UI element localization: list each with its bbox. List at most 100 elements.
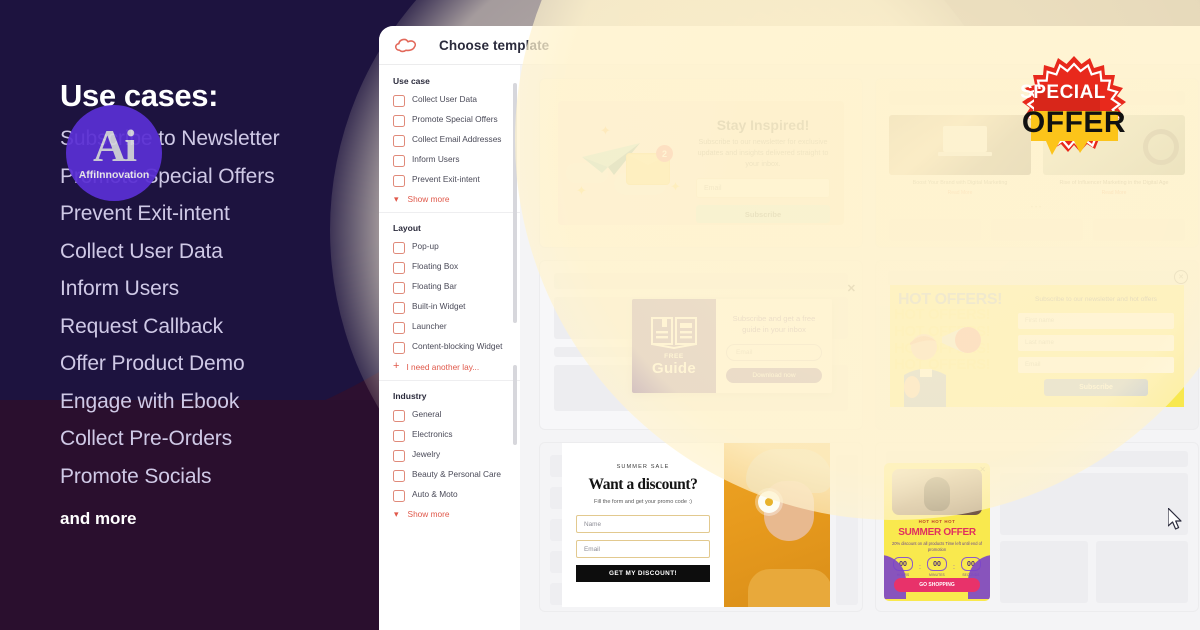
filter-sidebar: Use case Collect User Data Promote Speci…	[379, 65, 520, 630]
filter-option-built-in-widget[interactable]: Built-in Widget	[393, 301, 510, 314]
name-field[interactable]: Name	[576, 515, 710, 533]
badge-line1: SPECIAL	[1020, 82, 1106, 103]
filter-group-heading: Layout	[393, 223, 421, 233]
filter-option-label: Jewelry	[412, 449, 441, 459]
checkbox-icon[interactable]	[393, 95, 405, 107]
request-another-layout[interactable]: + I need another lay...	[393, 361, 510, 372]
filter-group-heading: Use case	[393, 76, 430, 86]
timer-unit-minutes: 00 MINUTES	[927, 557, 947, 577]
popup-kicker: HOT HOT HOT	[918, 519, 956, 524]
carousel-dots[interactable]: •••	[876, 205, 1198, 211]
checkbox-icon[interactable]	[393, 450, 405, 462]
go-shopping-button[interactable]: GO SHOPPING	[894, 578, 980, 592]
sparkle-icon: ✦	[576, 183, 587, 198]
checkbox-icon[interactable]	[393, 490, 405, 502]
checkbox-icon[interactable]	[393, 242, 405, 254]
filter-option-auto-moto[interactable]: Auto & Moto	[393, 489, 510, 502]
read-more-link[interactable]: Read More	[1043, 190, 1185, 196]
filter-option-prevent-exit-intent[interactable]: Prevent Exit-intent	[393, 174, 510, 187]
plus-icon: +	[393, 360, 400, 372]
template-card-stay-inspired[interactable]: 2 ✦ ✦ ✦ Stay Inspired! Subscribe to our …	[540, 79, 862, 247]
list-item: Request Callback	[60, 314, 223, 338]
filter-option-beauty-personal-care[interactable]: Beauty & Personal Care	[393, 469, 510, 482]
checkbox-icon[interactable]	[393, 262, 405, 274]
subscribe-button[interactable]: Subscribe	[696, 205, 830, 224]
filter-option-label: Launcher	[412, 321, 447, 331]
filter-group-layout: Layout Pop-up Floating Box Floating Bar	[379, 212, 520, 380]
template-card-hot-offers[interactable]: ✕ HOT OFFERS! HOT OFFERS! HOT OFFERS! HOT O…	[876, 261, 1198, 429]
filter-option-content-blocking-widget[interactable]: Content-blocking Widget	[393, 341, 510, 354]
show-more-use-case[interactable]: ▾ Show more	[393, 194, 510, 204]
filter-option-label: Beauty & Personal Care	[412, 469, 502, 479]
close-icon[interactable]: ✕	[847, 284, 856, 295]
sidebar-scrollbar[interactable]	[513, 83, 517, 323]
download-button[interactable]: Download now	[726, 368, 822, 383]
filter-option-inform-users[interactable]: Inform Users	[393, 154, 510, 167]
popup-visual: FREE Guide	[632, 299, 716, 393]
get-discount-button[interactable]: GET MY DISCOUNT!	[576, 565, 710, 582]
face-shape	[924, 477, 950, 511]
filter-option-label: Collect Email Addresses	[412, 134, 502, 144]
filter-option-promote-special-offers[interactable]: Promote Special Offers	[393, 114, 510, 127]
mouse-cursor	[1168, 508, 1182, 530]
checkbox-icon[interactable]	[393, 430, 405, 442]
close-circle-icon[interactable]: ✕	[1174, 270, 1188, 284]
filter-option-collect-user-data[interactable]: Collect User Data	[393, 94, 510, 107]
show-more-industry[interactable]: ▾ Show more	[393, 509, 510, 519]
subscribe-button[interactable]: Subscribe	[1044, 378, 1148, 396]
read-more-link[interactable]: Read More	[889, 190, 1031, 196]
filter-option-floating-box[interactable]: Floating Box	[393, 261, 510, 274]
logo-name: AffiInnovation	[78, 168, 150, 181]
template-card-free-guide[interactable]: ✕ FREE Guide Subscribe and get a free gu…	[540, 261, 862, 429]
popup-form: SUMMER SALE Want a discount? Fill the fo…	[562, 443, 724, 607]
checkbox-icon[interactable]	[393, 135, 405, 147]
checkbox-icon[interactable]	[393, 282, 405, 294]
popup-text: Subscribe to our newsletter and hot offe…	[1035, 296, 1157, 303]
model-photo	[724, 443, 830, 607]
checkbox-icon[interactable]	[393, 115, 405, 127]
filter-option-label: Prevent Exit-intent	[412, 174, 480, 184]
checkbox-icon[interactable]	[393, 410, 405, 422]
filter-option-label: Built-in Widget	[412, 301, 466, 311]
list-item: Offer Product Demo	[60, 352, 245, 375]
checkbox-icon[interactable]	[393, 302, 405, 314]
popup-preview: FREE Guide Subscribe and get a free guid…	[632, 299, 832, 393]
show-more-label: Show more	[407, 509, 450, 519]
popup-text: Fill the form and get your promo code :)	[594, 499, 692, 505]
checkbox-icon[interactable]	[393, 322, 405, 334]
badge-line2: OFFER	[1022, 106, 1126, 139]
template-card-summer-offer-countdown[interactable]: ✕ HOT HOT HOT SUMMER OFFER 20% discount …	[876, 443, 1198, 611]
filter-option-label: Inform Users	[412, 154, 460, 164]
filter-option-collect-email-addresses[interactable]: Collect Email Addresses	[393, 134, 510, 147]
checkbox-icon[interactable]	[393, 175, 405, 187]
email-field[interactable]: Email	[696, 178, 830, 199]
filter-option-jewelry[interactable]: Jewelry	[393, 449, 510, 462]
filter-group-industry: Industry General Electronics Jewelry Bea…	[379, 380, 520, 527]
template-card-summer-sale-discount[interactable]: SUMMER SALE Want a discount? Fill the fo…	[540, 443, 862, 611]
starburst-icon: SPECIAL OFFER	[1020, 56, 1126, 155]
checkbox-icon[interactable]	[393, 342, 405, 354]
email-field[interactable]: Email	[726, 344, 822, 361]
first-name-field[interactable]: First name	[1018, 312, 1174, 329]
filter-option-pop-up[interactable]: Pop-up	[393, 241, 510, 254]
template-preview: 2 ✦ ✦ ✦ Stay Inspired! Subscribe to our …	[558, 101, 844, 225]
special-offer-badge: SPECIAL OFFER	[995, 56, 1153, 186]
email-field[interactable]: Email	[1018, 356, 1174, 373]
email-field[interactable]: Email	[576, 540, 710, 558]
filter-option-floating-bar[interactable]: Floating Bar	[393, 281, 510, 294]
filter-option-label: Floating Bar	[412, 281, 457, 291]
chevron-down-icon: ▾	[394, 193, 399, 204]
checkbox-icon[interactable]	[393, 155, 405, 167]
filter-option-label: Auto & Moto	[412, 489, 458, 499]
template-heading: Stay Inspired!	[716, 117, 810, 133]
filter-option-launcher[interactable]: Launcher	[393, 321, 510, 334]
chevron-down-icon: ▾	[394, 508, 399, 519]
sidebar-scrollbar-lower[interactable]	[513, 365, 517, 445]
checkbox-icon[interactable]	[393, 470, 405, 482]
filter-option-electronics[interactable]: Electronics	[393, 429, 510, 442]
filter-option-general[interactable]: General	[393, 409, 510, 422]
last-name-field[interactable]: Last name	[1018, 334, 1174, 351]
filter-option-label: Electronics	[412, 429, 453, 439]
list-item: Collect Pre-Orders	[60, 427, 233, 450]
list-item: Engage with Ebook	[60, 389, 240, 413]
